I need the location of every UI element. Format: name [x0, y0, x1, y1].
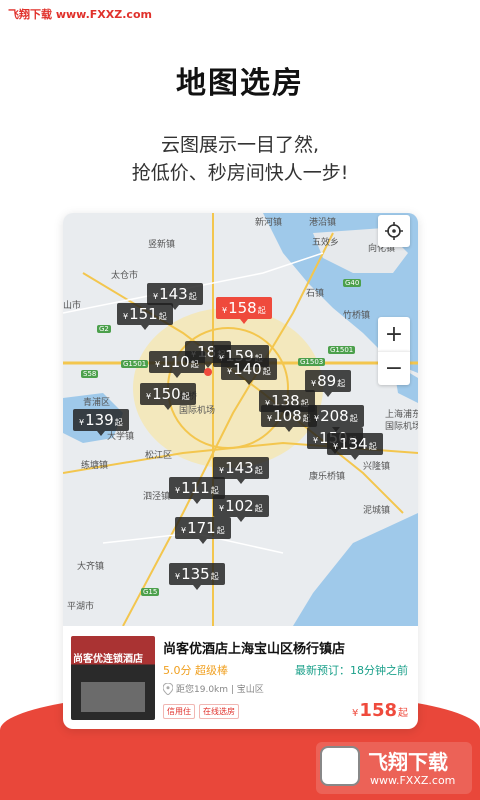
price-pin[interactable]: ¥139 起: [73, 409, 129, 436]
price-pin[interactable]: ¥110 起: [149, 351, 205, 378]
map-place: 山市: [63, 301, 82, 311]
map-place: 兴隆镇: [363, 462, 391, 472]
price-pin[interactable]: ¥208 起: [308, 405, 364, 432]
map-place: 五效乡: [312, 238, 340, 248]
subtitle-line-1: 云图展示一目了然,: [160, 134, 320, 156]
map-place: 国际机场: [385, 422, 418, 432]
route-badge: G15: [141, 588, 160, 596]
map-place: 大齐镇: [77, 562, 105, 572]
tag-online-room-select: 在线选房: [199, 704, 239, 719]
hotel-card[interactable]: 尚客优连锁酒店 尚客优酒店上海宝山区杨行镇店 5.0分 超级棒 最新预订：18分…: [63, 626, 418, 729]
watermark-text: 飞翔下载 www.FXXZ.com: [8, 8, 152, 21]
price-pin[interactable]: ¥143 起: [213, 457, 269, 484]
hotel-distance: 距您19.0km | 宝山区: [163, 682, 264, 695]
price-pin[interactable]: ¥140 起: [221, 358, 277, 385]
crosshair-icon: [385, 222, 403, 240]
price-pin[interactable]: ¥151 起: [117, 303, 173, 330]
hotel-thumbnail: 尚客优连锁酒店: [71, 636, 155, 720]
price-pin-highlighted[interactable]: ¥158 起: [216, 297, 272, 324]
route-badge: G1501: [121, 360, 149, 368]
zoom-out-button[interactable]: −: [378, 351, 410, 385]
map-view[interactable]: 新河镇 港沿镇 五效乡 竖新镇 向化镇 太仓市 山市 石镇 G40 竹桥镇 G1…: [63, 213, 418, 626]
zoom-in-button[interactable]: +: [378, 317, 410, 351]
price-pin[interactable]: ¥89 起: [305, 370, 352, 397]
locate-button[interactable]: [378, 215, 410, 247]
logo-title: 飞翔下载: [368, 750, 448, 774]
map-place: 康乐桥镇: [309, 472, 346, 482]
logo-url: www.FXXZ.com: [370, 774, 456, 787]
hotel-name: 尚客优酒店上海宝山区杨行镇店: [163, 642, 346, 657]
location-icon: [163, 682, 173, 695]
page-title: 地图选房: [176, 66, 304, 101]
map-place: 青浦区: [83, 398, 111, 408]
tag-credit-stay: 信用住: [163, 704, 195, 719]
price-pin[interactable]: ¥135 起: [169, 563, 225, 590]
latest-booking: 最新预订：18分钟之前: [295, 664, 408, 677]
subtitle-line-2: 抢低价、秒房间快人一步!: [131, 162, 349, 184]
hotel-rating-level: 超级棒: [195, 664, 228, 677]
map-place: 练塘镇: [81, 461, 109, 471]
price-pin[interactable]: ¥102 起: [213, 495, 269, 522]
current-location-dot: [204, 368, 212, 376]
watermark-logo: 飞翔下载 www.FXXZ.com: [316, 742, 472, 794]
price-pin[interactable]: ¥143 起: [147, 283, 203, 310]
map-place: 竹桥镇: [343, 311, 371, 321]
distance-text: 距您19.0km | 宝山区: [176, 685, 264, 695]
hotel-score: 5.0分: [163, 664, 192, 677]
hotel-price: ¥ 158 起: [352, 700, 408, 721]
map-place: 泥城镇: [363, 506, 391, 516]
logo-icon: [320, 746, 360, 786]
map-place: 新河镇: [255, 218, 283, 228]
price-pin[interactable]: ¥150起: [140, 383, 196, 410]
map-place: 竖新镇: [148, 240, 176, 250]
price-pin[interactable]: ¥134 起: [327, 433, 383, 460]
route-badge: G1501: [328, 346, 356, 354]
map-place: 港沿镇: [309, 218, 337, 228]
phone-screen-card: 新河镇 港沿镇 五效乡 竖新镇 向化镇 太仓市 山市 石镇 G40 竹桥镇 G1…: [63, 213, 418, 729]
map-place: 石镇: [306, 289, 325, 299]
route-badge: G2: [97, 325, 111, 333]
map-place: 泗泾镇: [143, 492, 171, 502]
hotel-sign-text: 尚客优连锁酒店: [73, 654, 143, 665]
map-place: 太仓市: [111, 271, 139, 281]
hotel-facade: [81, 682, 145, 712]
map-place: 松江区: [145, 451, 173, 461]
hotel-tags: 信用住 在线选房: [163, 704, 239, 719]
route-badge: G1503: [298, 358, 326, 366]
map-place: 平湖市: [67, 602, 95, 612]
route-badge: S58: [81, 370, 99, 378]
route-badge: G40: [343, 279, 362, 287]
price-pin[interactable]: ¥171 起: [175, 517, 231, 544]
